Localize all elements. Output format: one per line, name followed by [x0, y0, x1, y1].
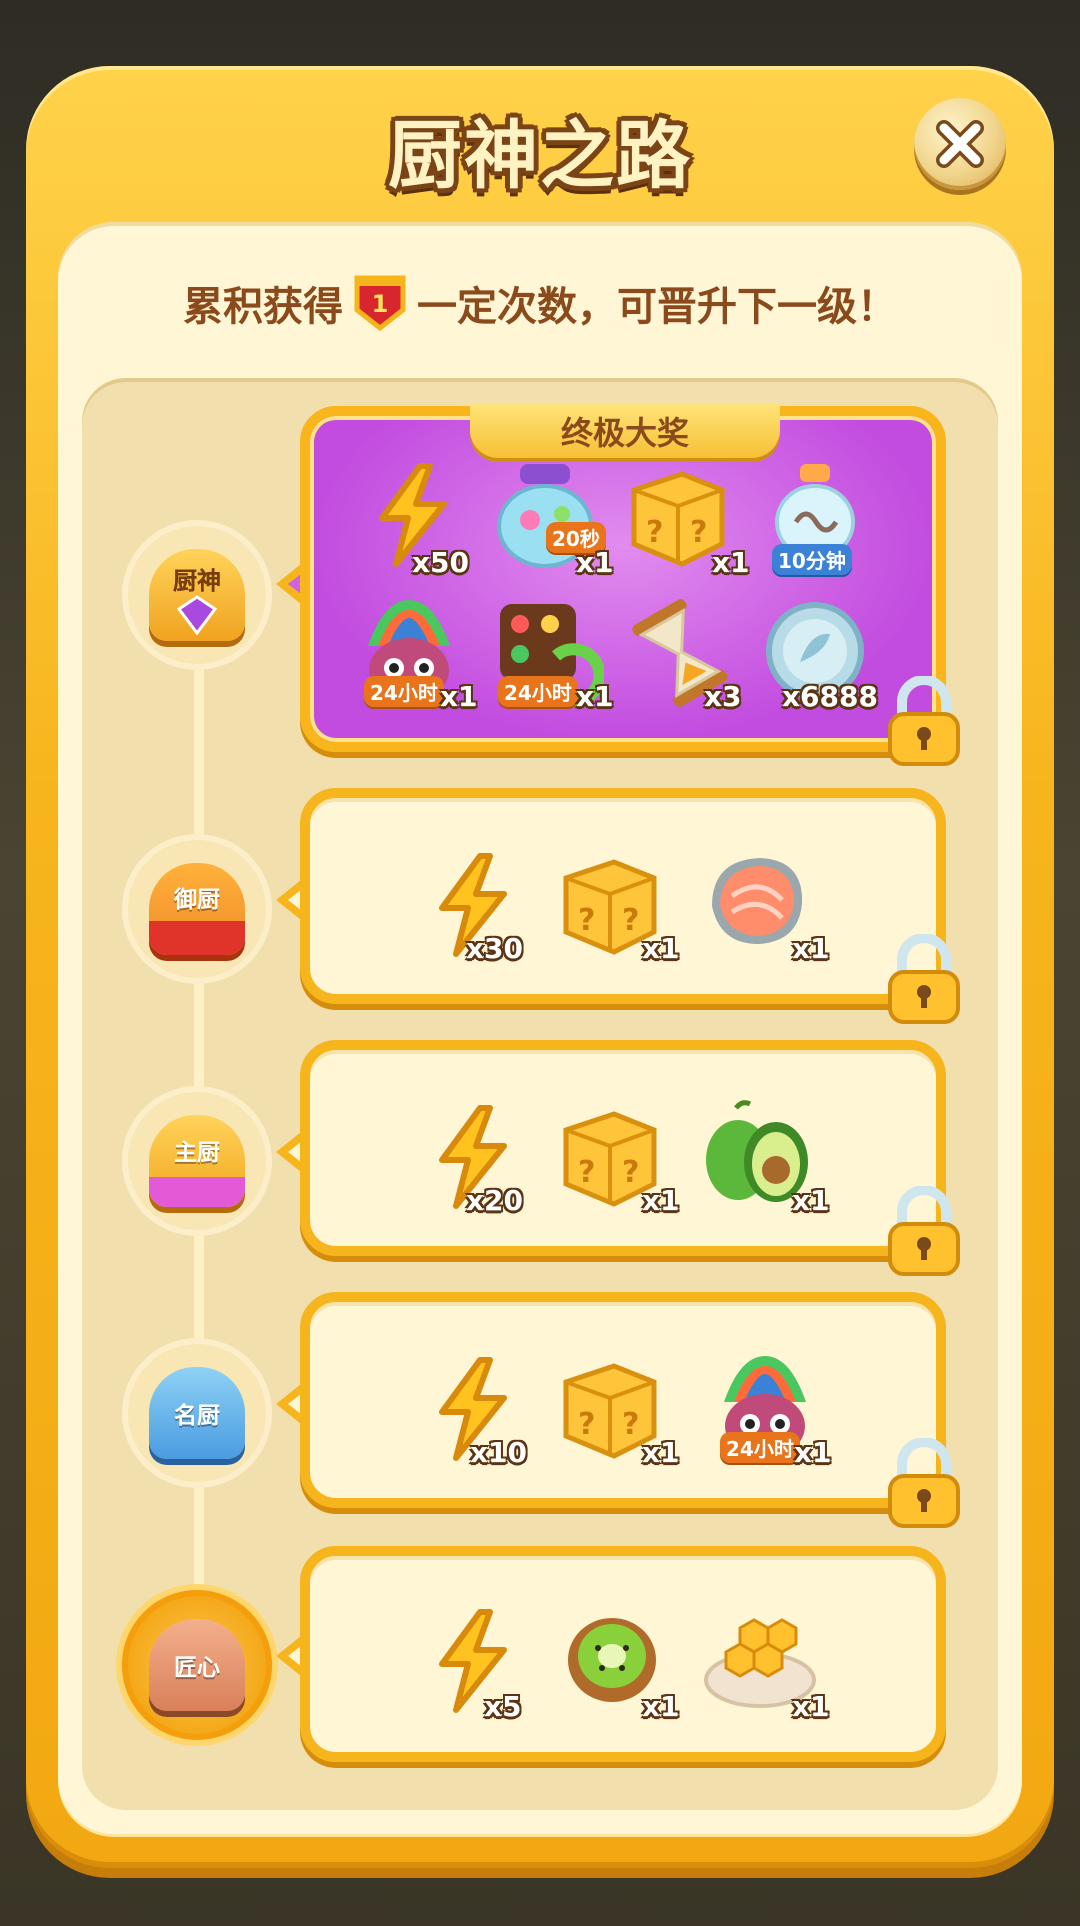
reward-qty: x1 [642, 1436, 680, 1469]
tier-badge-chef-god: 厨神 [122, 520, 272, 670]
reward-qty: x1 [576, 680, 614, 713]
reward-qty: x1 [642, 932, 680, 965]
token-number: 1 [371, 290, 389, 318]
svg-text:?: ? [578, 1155, 595, 1190]
svg-text:?: ? [578, 903, 595, 938]
close-icon [936, 120, 984, 168]
reward-qty: x6888 [782, 680, 878, 713]
close-button[interactable] [914, 98, 1006, 190]
reward-qty: x1 [792, 932, 830, 965]
reward-qty: x1 [712, 546, 750, 579]
reward-qty: x10 [470, 1436, 528, 1469]
svg-text:?: ? [690, 515, 707, 550]
reward-qty: x20 [466, 1184, 524, 1217]
tier-rank-label: 名厨 [174, 1403, 220, 1429]
tier-rank-label: 匠心 [174, 1655, 220, 1681]
hint-text-after: 一定次数，可晋升下一级！ [417, 284, 897, 330]
tier-badge-craftsman: 匠心 [122, 1590, 272, 1740]
tier-rank-label: 主厨 [174, 1140, 220, 1166]
grand-prize-banner: 终极大奖 [470, 404, 780, 458]
reward-qty: x1 [642, 1690, 680, 1723]
tier-badge-imperial-chef: 御厨 [122, 834, 272, 984]
reward-qty: x50 [412, 546, 470, 579]
svg-text:?: ? [578, 1407, 595, 1442]
reward-qty: x1 [440, 680, 478, 713]
lock-icon [886, 1185, 962, 1278]
svg-text:?: ? [622, 1407, 639, 1442]
reward-qty: x1 [642, 1184, 680, 1217]
hint-text-before: 累积获得 [183, 284, 343, 330]
svg-text:?: ? [622, 1155, 639, 1190]
energy-bolt-icon [422, 1606, 542, 1726]
promotion-hint: 累积获得 1 一定次数，可晋升下一级！ [0, 274, 1080, 332]
duration-tag: 24小时 [364, 676, 444, 707]
duration-tag: 24小时 [498, 676, 578, 707]
tier-rank-label: 厨神 [173, 566, 221, 595]
reward-qty: x1 [792, 1184, 830, 1217]
reward-qty: x30 [466, 932, 524, 965]
reward-qty: x1 [794, 1436, 832, 1469]
tier-rank-label: 御厨 [174, 887, 220, 913]
rank-token-icon: 1 [353, 274, 407, 332]
reward-qty: x5 [484, 1690, 522, 1723]
svg-text:?: ? [646, 515, 663, 550]
lock-icon [886, 1437, 962, 1530]
lock-icon [886, 675, 962, 768]
lock-icon [886, 933, 962, 1026]
gem-icon [176, 595, 218, 635]
duration-tag: 24小时 [720, 1432, 800, 1463]
tier-badge-famous-chef: 名厨 [122, 1338, 272, 1488]
svg-text:?: ? [622, 903, 639, 938]
reward-qty: x3 [704, 680, 742, 713]
duration-tag: 10分钟 [772, 544, 852, 575]
tier-badge-head-chef: 主厨 [122, 1086, 272, 1236]
reward-qty: x1 [576, 546, 614, 579]
reward-qty: x1 [792, 1690, 830, 1723]
